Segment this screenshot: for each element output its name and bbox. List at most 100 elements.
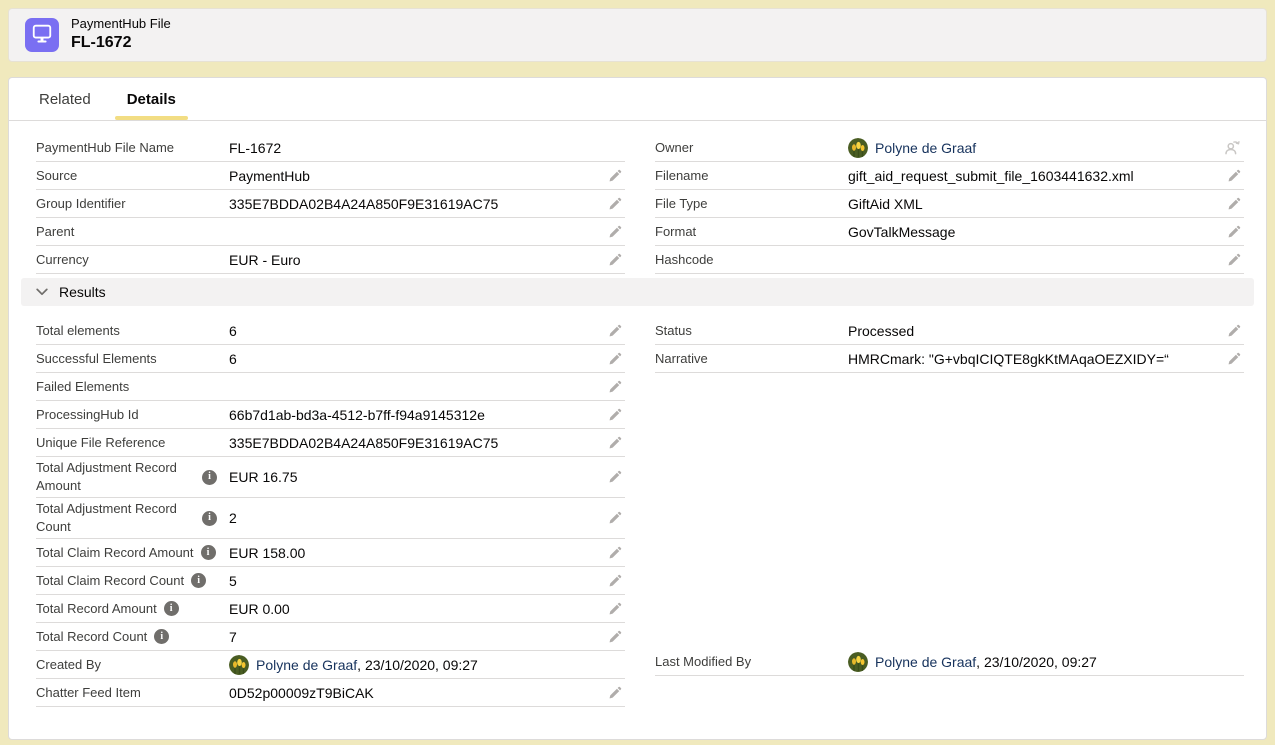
inline-edit-button[interactable] bbox=[605, 350, 625, 368]
inline-edit-button[interactable] bbox=[1224, 223, 1244, 241]
inline-edit-button[interactable] bbox=[605, 195, 625, 213]
field-value: 6 bbox=[229, 323, 595, 339]
row-actions bbox=[1214, 137, 1244, 158]
pencil-icon bbox=[608, 513, 622, 528]
field-row-format: FormatGovTalkMessage bbox=[655, 218, 1244, 246]
field-row-total-record-count: Total Record Counti7 bbox=[36, 623, 625, 651]
inline-edit-button[interactable] bbox=[605, 628, 625, 646]
field-label-text: Owner bbox=[655, 139, 693, 157]
pencil-icon bbox=[1227, 255, 1241, 270]
field-label: Status bbox=[655, 322, 848, 340]
field-value: EUR 16.75 bbox=[229, 469, 595, 485]
inline-edit-button[interactable] bbox=[1224, 251, 1244, 269]
field-row-total-elements: Total elements6 bbox=[36, 317, 625, 345]
field-value: EUR - Euro bbox=[229, 252, 595, 268]
inline-edit-button[interactable] bbox=[605, 434, 625, 452]
user-link[interactable]: Polyne de Graaf bbox=[875, 654, 976, 670]
info-icon[interactable]: i bbox=[154, 629, 169, 644]
pencil-icon bbox=[1227, 354, 1241, 369]
info-icon[interactable]: i bbox=[202, 511, 217, 526]
field-value-text: 5 bbox=[229, 573, 237, 589]
inline-edit-button[interactable] bbox=[1224, 350, 1244, 368]
pencil-icon bbox=[608, 410, 622, 425]
inline-edit-button[interactable] bbox=[605, 322, 625, 340]
user-link[interactable]: Polyne de Graaf bbox=[256, 657, 357, 673]
field-value-text: GiftAid XML bbox=[848, 196, 923, 212]
inline-edit-button[interactable] bbox=[1224, 322, 1244, 340]
field-value: gift_aid_request_submit_file_1603441632.… bbox=[848, 168, 1214, 184]
inline-edit-button[interactable] bbox=[1224, 167, 1244, 185]
field-label-text: Status bbox=[655, 322, 692, 340]
inline-edit-button[interactable] bbox=[605, 468, 625, 486]
field-label-text: Hashcode bbox=[655, 251, 714, 269]
info-icon[interactable]: i bbox=[191, 573, 206, 588]
change-owner-button[interactable] bbox=[1221, 137, 1244, 158]
pencil-icon bbox=[608, 255, 622, 270]
info-icon[interactable]: i bbox=[202, 470, 217, 485]
column-spacer bbox=[655, 373, 1244, 648]
user-avatar bbox=[848, 138, 868, 158]
field-label: Total Adjustment Record Amounti bbox=[36, 459, 229, 494]
field-label-text: Filename bbox=[655, 167, 708, 185]
record-title: FL-1672 bbox=[71, 33, 171, 54]
field-label: File Type bbox=[655, 195, 848, 213]
object-label: PaymentHub File bbox=[71, 16, 171, 33]
inline-edit-button[interactable] bbox=[605, 684, 625, 702]
field-label-text: Source bbox=[36, 167, 77, 185]
record-page: { "colors": { "page_background": "#f0e9b… bbox=[0, 0, 1275, 745]
results-section-toggle[interactable]: Results bbox=[21, 278, 1254, 306]
row-actions bbox=[595, 628, 625, 646]
pencil-icon bbox=[608, 604, 622, 619]
field-value: GovTalkMessage bbox=[848, 224, 1214, 240]
inline-edit-button[interactable] bbox=[605, 600, 625, 618]
inline-edit-button[interactable] bbox=[605, 572, 625, 590]
pencil-icon bbox=[608, 354, 622, 369]
field-label: Total Claim Record Amounti bbox=[36, 544, 229, 562]
field-label: Total Claim Record Counti bbox=[36, 572, 229, 590]
top-right-column: Owner Polyne de Graaf Filename gift_aid_req… bbox=[655, 134, 1244, 274]
field-value-datetime: , 23/10/2020, 09:27 bbox=[357, 657, 478, 673]
field-row-parent: Parent bbox=[36, 218, 625, 246]
row-actions bbox=[1214, 167, 1244, 185]
info-icon[interactable]: i bbox=[201, 545, 216, 560]
desktop-monitor-icon bbox=[31, 22, 53, 49]
inline-edit-button[interactable] bbox=[605, 167, 625, 185]
inline-edit-button[interactable] bbox=[605, 378, 625, 396]
inline-edit-button[interactable] bbox=[605, 251, 625, 269]
inline-edit-button[interactable] bbox=[605, 509, 625, 527]
field-value: 2 bbox=[229, 510, 595, 526]
pencil-icon bbox=[608, 382, 622, 397]
info-icon[interactable]: i bbox=[164, 601, 179, 616]
user-link[interactable]: Polyne de Graaf bbox=[875, 140, 976, 156]
field-label: Narrative bbox=[655, 350, 848, 368]
pencil-icon bbox=[608, 326, 622, 341]
tab-related[interactable]: Related bbox=[27, 78, 103, 120]
row-actions bbox=[595, 600, 625, 618]
field-label: Unique File Reference bbox=[36, 434, 229, 452]
field-row-total-claim-record-count: Total Claim Record Counti5 bbox=[36, 567, 625, 595]
inline-edit-button[interactable] bbox=[605, 406, 625, 424]
field-label: Filename bbox=[655, 167, 848, 185]
field-value: PaymentHub bbox=[229, 168, 595, 184]
inline-edit-button[interactable] bbox=[1224, 195, 1244, 213]
pencil-icon bbox=[1227, 326, 1241, 341]
row-actions bbox=[595, 572, 625, 590]
top-fields-grid: PaymentHub File NameFL-1672SourcePayment… bbox=[36, 134, 1244, 274]
details-panel: PaymentHub File NameFL-1672SourcePayment… bbox=[9, 121, 1266, 707]
tab-details[interactable]: Details bbox=[115, 78, 188, 120]
field-value: 5 bbox=[229, 573, 595, 589]
field-label-text: Narrative bbox=[655, 350, 708, 368]
field-row-chatter-feed-item: Chatter Feed Item0D52p00009zT9BiCAK bbox=[36, 679, 625, 707]
field-row-total-claim-record-amount: Total Claim Record AmountiEUR 158.00 bbox=[36, 539, 625, 567]
field-value: 0D52p00009zT9BiCAK bbox=[229, 685, 595, 701]
inline-edit-button[interactable] bbox=[605, 544, 625, 562]
row-actions bbox=[595, 322, 625, 340]
field-label: Currency bbox=[36, 251, 229, 269]
inline-edit-button[interactable] bbox=[605, 223, 625, 241]
field-value: 7 bbox=[229, 629, 595, 645]
pencil-icon bbox=[608, 199, 622, 214]
field-value: Processed bbox=[848, 323, 1214, 339]
field-row-total-record-amount: Total Record AmountiEUR 0.00 bbox=[36, 595, 625, 623]
field-value: Polyne de Graaf bbox=[848, 138, 1214, 158]
field-label: Total Record Amounti bbox=[36, 600, 229, 618]
